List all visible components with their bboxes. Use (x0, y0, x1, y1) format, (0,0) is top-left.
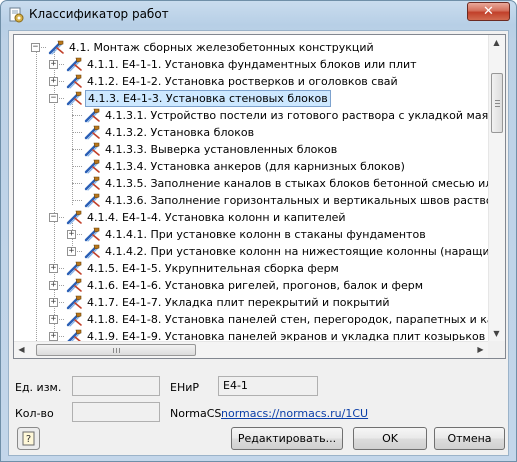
help-icon-glyph: ? (26, 434, 31, 445)
expand-icon[interactable]: + (49, 315, 58, 324)
horizontal-scrollbar[interactable]: ◀ ▶ (14, 341, 488, 358)
tree-item-label: 4.1.4. Е4-1-4. Установка колонн и капите… (87, 211, 346, 224)
collapse-icon[interactable]: − (49, 213, 58, 222)
collapse-icon[interactable]: − (49, 94, 58, 103)
unit-field[interactable] (72, 376, 160, 396)
hammer-pencil-icon (48, 40, 64, 55)
expand-icon[interactable]: + (49, 281, 58, 290)
hammer-pencil-icon (84, 125, 100, 140)
scroll-down-button[interactable]: ▼ (489, 326, 504, 341)
edit-button[interactable]: Редактировать... (231, 427, 343, 450)
tree-item-label: 4.1.3.3. Выверка установленных блоков (105, 143, 338, 156)
dialog-client-area: +4.1.11. Е4-1-11. Установка лестничных о… (8, 30, 509, 456)
tree-item-label: 4.1.7. Е4-1-7. Укладка плит перекрытий и… (87, 296, 390, 309)
scroll-right-button[interactable]: ▶ (473, 342, 488, 357)
hammer-pencil-icon (66, 74, 82, 89)
hammer-pencil-icon (84, 176, 100, 191)
tree-item[interactable]: − 4.1. Монтаж сборных железобетонных конс… (14, 39, 488, 56)
close-icon: ✕ (483, 4, 494, 19)
tree-item-label: 4.1.2. Е4-1-2. Установка ростверков и ог… (87, 75, 398, 88)
hammer-pencil-icon (66, 278, 82, 293)
scroll-corner (488, 341, 505, 358)
tree-item-label: 4.1.3.4. Установка анкеров (для карнизны… (105, 160, 405, 173)
tree-item[interactable]: +4.1.1. Е4-1-1. Установка фундаментных б… (14, 56, 488, 73)
expand-icon[interactable]: + (67, 247, 76, 256)
tree-item[interactable]: +4.1.4.2. При установке колонн на нижест… (14, 243, 505, 260)
tree-item[interactable]: 4.1.3.4. Установка анкеров (для карнизны… (14, 158, 488, 175)
hammer-pencil-icon (84, 193, 100, 208)
expand-icon[interactable]: + (49, 298, 58, 307)
tree-item[interactable]: +4.1.7. Е4-1-7. Укладка плит перекрытий … (14, 294, 488, 311)
normacs-label: NormaCS (170, 407, 222, 420)
tree-item-label: 4.1.4.2. При установке колонн на нижесто… (105, 245, 506, 258)
hammer-pencil-icon (66, 261, 82, 276)
scroll-up-button[interactable]: ▲ (489, 35, 504, 50)
classifier-window: Классификатор работ ✕ +4.1.11. Е4-1-11. … (0, 0, 517, 462)
normacs-link[interactable]: normacs://normacs.ru/1CU (221, 407, 368, 420)
expand-icon[interactable]: + (49, 60, 58, 69)
title-bar[interactable]: Классификатор работ ✕ (1, 1, 516, 29)
hammer-pencil-icon (66, 91, 82, 106)
tree-item-label: 4.1.5. Е4-1-5. Укрупнительная сборка фер… (87, 262, 339, 275)
window-title: Классификатор работ (29, 7, 169, 21)
help-button[interactable]: ? (17, 427, 40, 450)
tree-item-label: 4.1.3. Е4-1-3. Установка стеновых блоков (85, 90, 331, 107)
hammer-pencil-icon (66, 312, 82, 327)
tree-item-label: 4.1.3.6. Заполнение горизонтальных и вер… (105, 194, 506, 207)
expand-icon[interactable]: + (49, 264, 58, 273)
expand-icon[interactable]: + (49, 332, 58, 341)
tree-item[interactable]: 4.1.3.1. Устройство постели из готового … (14, 107, 505, 124)
tree-item[interactable]: − 4.1.4. Е4-1-4. Установка колонн и капит… (14, 209, 488, 226)
vertical-scroll-thumb[interactable] (491, 73, 503, 133)
ok-button[interactable]: OK (353, 427, 427, 450)
hammer-pencil-icon (84, 244, 100, 259)
tree-item[interactable]: +4.1.6. Е4-1-6. Установка ригелей, прого… (14, 277, 488, 294)
tree-item[interactable]: +4.1.4.1. При установке колонн в стаканы… (14, 226, 488, 243)
tree-item[interactable]: 4.1.3.3. Выверка установленных блоков (14, 141, 488, 158)
expand-icon[interactable]: + (49, 77, 58, 86)
tree-item-label: 4.1.3.2. Установка блоков (105, 126, 255, 139)
help-icon: ? (17, 427, 40, 450)
hammer-pencil-icon (66, 57, 82, 72)
vertical-scrollbar[interactable]: ▲ ▼ (488, 35, 505, 341)
quantity-label: Кол-во (15, 407, 54, 420)
collapse-icon[interactable]: − (31, 43, 40, 52)
hammer-pencil-icon (84, 142, 100, 157)
tree-item-label: 4.1.3.1. Устройство постели из готового … (105, 109, 506, 122)
scroll-left-button[interactable]: ◀ (14, 342, 29, 357)
cancel-button[interactable]: Отмена (434, 427, 505, 450)
tree-item-label: 4.1.3.5. Заполнение каналов в стыках бло… (105, 177, 506, 190)
tree-item[interactable]: +4.1.2. Е4-1-2. Установка ростверков и о… (14, 73, 488, 90)
hammer-pencil-icon (66, 210, 82, 225)
expand-icon[interactable]: + (67, 230, 76, 239)
tree-item[interactable]: − 4.1.3. Е4-1-3. Установка стеновых блоко… (14, 90, 488, 107)
tree-item[interactable]: 4.1.3.2. Установка блоков (14, 124, 488, 141)
unit-label: Ед. изм. (15, 381, 62, 394)
close-button[interactable]: ✕ (467, 2, 510, 21)
hammer-pencil-icon (84, 159, 100, 174)
horizontal-scroll-thumb[interactable] (36, 344, 196, 356)
enir-field: Е4-1 (218, 376, 318, 396)
tree-item[interactable]: +4.1.8. Е4-1-8. Установка панелей стен, … (14, 311, 505, 328)
enir-label: ЕНиР (170, 381, 200, 394)
gear-document-icon (9, 7, 24, 23)
tree-item-label: 4.1.8. Е4-1-8. Установка панелей стен, п… (87, 313, 506, 326)
hammer-pencil-icon (84, 108, 100, 123)
hammer-pencil-icon (84, 227, 100, 242)
quantity-field[interactable] (72, 402, 160, 422)
tree-item[interactable]: 4.1.3.6. Заполнение горизонтальных и вер… (14, 192, 505, 209)
hammer-pencil-icon (66, 295, 82, 310)
tree-item-label: 4.1.4.1. При установке колонн в стаканы … (105, 228, 426, 241)
tree-item[interactable]: +4.1.5. Е4-1-5. Укрупнительная сборка фе… (14, 260, 488, 277)
tree-item-label: 4.1.1. Е4-1-1. Установка фундаментных бл… (87, 58, 417, 71)
classifier-tree[interactable]: +4.1.11. Е4-1-11. Установка лестничных о… (13, 34, 506, 359)
tree-item-label: 4.1. Монтаж сборных железобетонных конст… (69, 41, 374, 54)
tree-item-label: 4.1.6. Е4-1-6. Установка ригелей, прогон… (87, 279, 423, 292)
tree-item[interactable]: 4.1.3.5. Заполнение каналов в стыках бло… (14, 175, 505, 192)
